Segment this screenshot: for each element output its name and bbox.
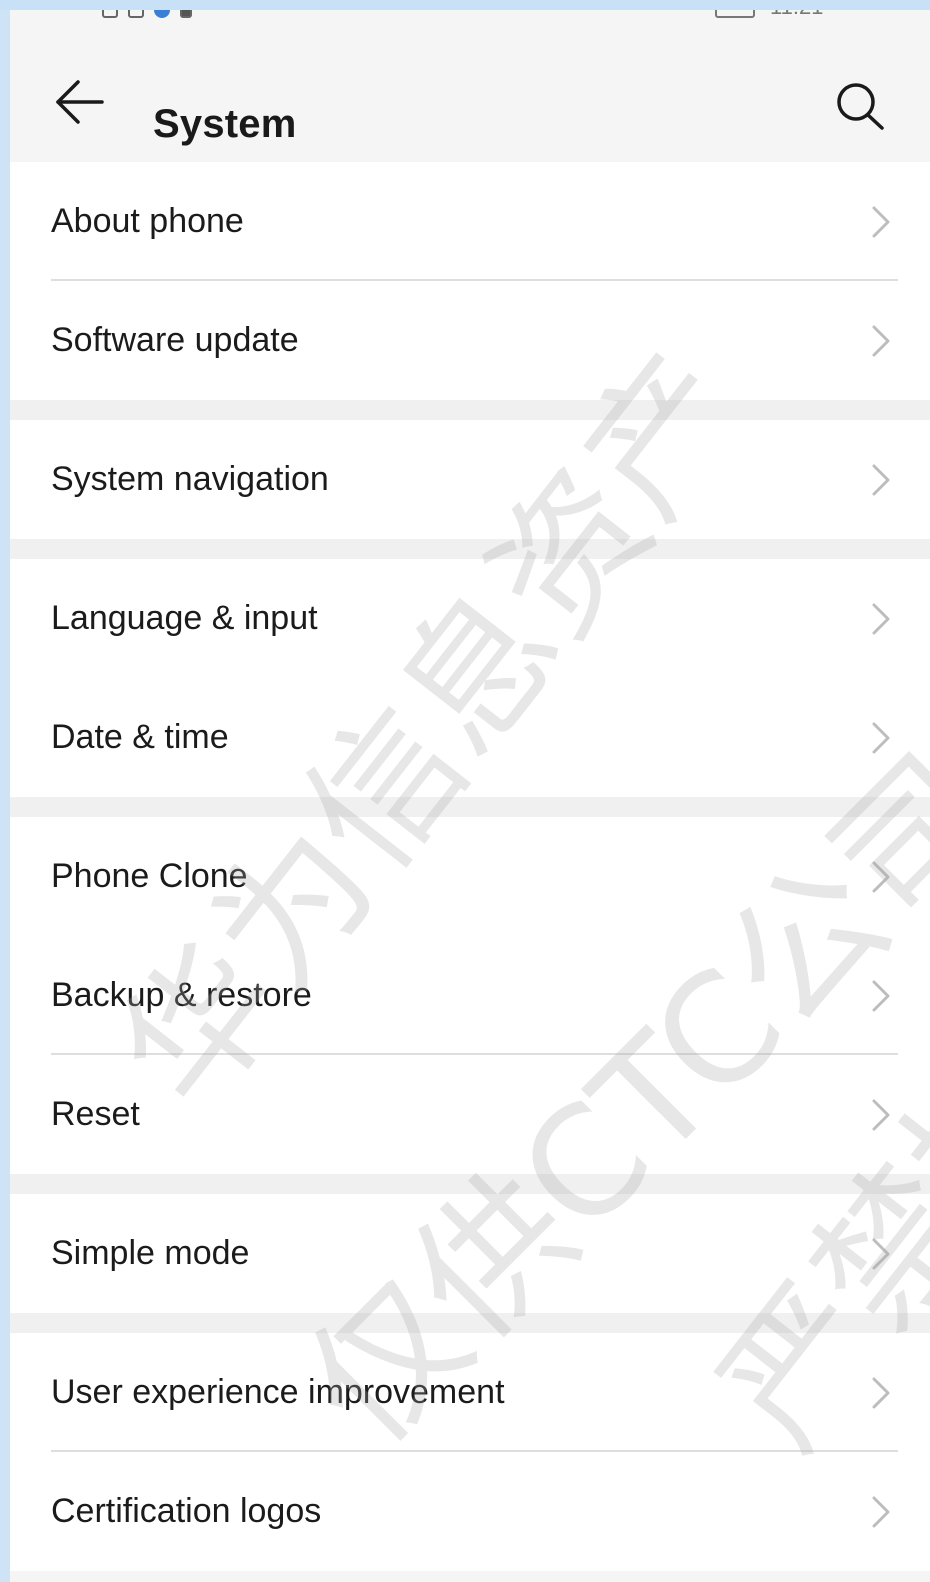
chevron-right-icon xyxy=(870,1494,892,1530)
page-title: System xyxy=(153,102,297,146)
app-icon xyxy=(128,10,144,18)
group-separator xyxy=(10,400,930,420)
status-icons xyxy=(102,10,192,18)
notification-icon xyxy=(102,10,118,18)
chevron-right-icon xyxy=(870,601,892,637)
settings-item-label: Reset xyxy=(51,1095,140,1133)
status-time: 11:21 xyxy=(770,10,823,20)
chevron-right-icon xyxy=(870,1097,892,1133)
app-bird-icon xyxy=(154,10,170,18)
settings-item-label: User experience improvement xyxy=(51,1373,505,1411)
settings-item-date-and-time[interactable]: Date & time xyxy=(10,678,930,797)
settings-item-label: System navigation xyxy=(51,460,329,498)
settings-item-label: About phone xyxy=(51,202,244,240)
settings-item-phone-clone[interactable]: Phone Clone xyxy=(10,817,930,936)
settings-group: User experience improvement Certification… xyxy=(10,1333,930,1571)
chevron-right-icon xyxy=(870,323,892,359)
settings-list: About phone Software update System navigat… xyxy=(10,162,930,1571)
settings-item-label: Phone Clone xyxy=(51,857,248,895)
chevron-right-icon xyxy=(870,720,892,756)
settings-item-reset[interactable]: Reset xyxy=(10,1055,930,1174)
settings-group: System navigation xyxy=(10,420,930,539)
battery-icon xyxy=(715,10,755,18)
settings-item-label: Certification logos xyxy=(51,1492,322,1530)
search-button[interactable] xyxy=(832,80,888,132)
app-bar: System xyxy=(10,26,930,162)
group-separator xyxy=(10,1313,930,1333)
settings-item-label: Language & input xyxy=(51,599,318,637)
settings-group: Language & input Date & time xyxy=(10,559,930,797)
settings-item-certification-logos[interactable]: Certification logos xyxy=(10,1452,930,1571)
settings-item-label: Software update xyxy=(51,321,299,359)
settings-item-system-navigation[interactable]: System navigation xyxy=(10,420,930,539)
chevron-right-icon xyxy=(870,1375,892,1411)
group-separator xyxy=(10,539,930,559)
window-top-strip xyxy=(0,0,930,10)
sim-icon xyxy=(180,10,192,18)
settings-item-user-experience-improvement[interactable]: User experience improvement xyxy=(10,1333,930,1452)
chevron-right-icon xyxy=(870,462,892,498)
settings-item-simple-mode[interactable]: Simple mode xyxy=(10,1194,930,1313)
arrow-left-icon xyxy=(56,80,104,124)
chevron-right-icon xyxy=(870,978,892,1014)
back-button[interactable] xyxy=(52,78,108,126)
chevron-right-icon xyxy=(870,204,892,240)
settings-item-language-and-input[interactable]: Language & input xyxy=(10,559,930,678)
chevron-right-icon xyxy=(870,1236,892,1272)
settings-item-about-phone[interactable]: About phone xyxy=(10,162,930,281)
settings-item-label: Date & time xyxy=(51,718,229,756)
settings-group: Simple mode xyxy=(10,1194,930,1313)
chevron-right-icon xyxy=(870,859,892,895)
window-left-edge xyxy=(0,10,10,1582)
search-icon xyxy=(837,83,884,130)
settings-item-label: Backup & restore xyxy=(51,976,312,1014)
settings-item-backup-and-restore[interactable]: Backup & restore xyxy=(10,936,930,1055)
group-separator xyxy=(10,797,930,817)
settings-group: Phone Clone Backup & restore Reset xyxy=(10,817,930,1174)
settings-group: About phone Software update xyxy=(10,162,930,400)
settings-item-label: Simple mode xyxy=(51,1234,250,1272)
settings-item-software-update[interactable]: Software update xyxy=(10,281,930,400)
group-separator xyxy=(10,1174,930,1194)
status-bar: 11:21 xyxy=(10,10,930,26)
